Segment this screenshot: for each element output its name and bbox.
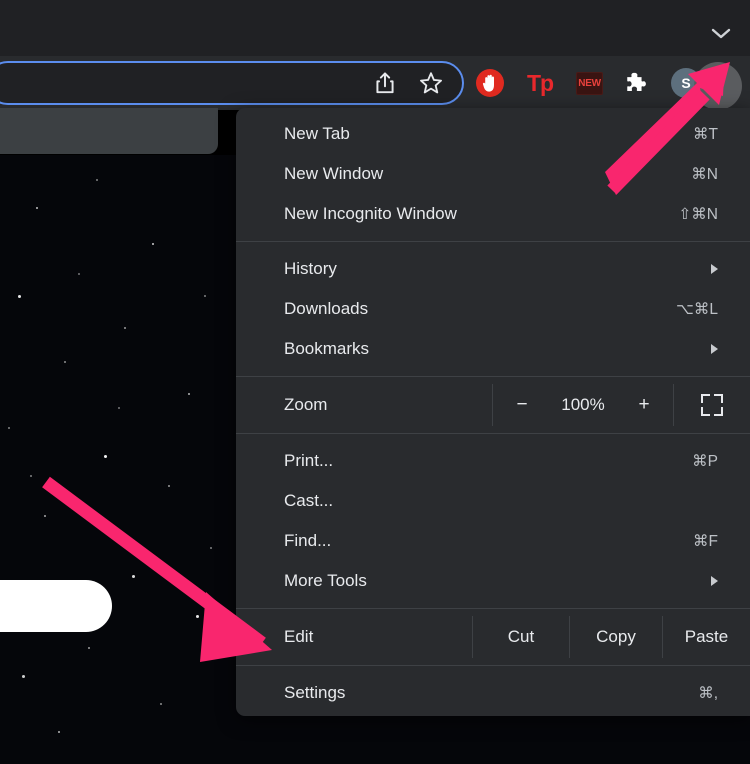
fullscreen-icon	[701, 394, 723, 416]
menu-item-print[interactable]: Print... ⌘P	[236, 441, 750, 481]
omnibox-suggestions[interactable]	[0, 108, 218, 154]
puzzle-icon[interactable]	[624, 70, 650, 96]
menu-item-help[interactable]: Help	[236, 713, 750, 716]
zoom-label: Zoom	[284, 395, 328, 414]
menu-item-label: History	[284, 259, 337, 278]
star	[18, 295, 21, 298]
menu-item-label: Downloads	[284, 299, 369, 318]
submenu-arrow-icon	[711, 264, 718, 274]
star	[44, 515, 46, 517]
star	[188, 393, 190, 395]
extension-icons: Tp NEW S	[476, 68, 701, 98]
star	[168, 485, 170, 487]
edit-label: Edit	[284, 627, 314, 646]
menu-item-shortcut: ⌘T	[693, 125, 718, 143]
kebab-dot-1	[715, 74, 721, 80]
star	[204, 295, 206, 297]
menu-item-new-tab[interactable]: New Tab ⌘T	[236, 114, 750, 154]
menu-item-new-window[interactable]: New Window ⌘N	[236, 154, 750, 194]
search-box[interactable]	[0, 580, 112, 632]
share-icon[interactable]	[372, 70, 398, 96]
tp-extension-icon[interactable]: Tp	[525, 69, 555, 97]
star	[22, 675, 25, 678]
menu-item-settings[interactable]: Settings ⌘,	[236, 673, 750, 713]
star	[36, 207, 38, 209]
menu-item-label: New Window	[284, 164, 384, 183]
zoom-out-button[interactable]: −	[513, 394, 531, 416]
menu-item-label: New Tab	[284, 124, 350, 143]
star	[132, 575, 135, 578]
three-dot-menu-button[interactable]	[694, 62, 742, 110]
edit-paste-button[interactable]: Paste	[663, 616, 750, 658]
menu-item-label: Cast...	[284, 491, 334, 510]
star	[64, 361, 66, 363]
fullscreen-button[interactable]	[674, 384, 750, 426]
zoom-in-button[interactable]: +	[635, 394, 653, 416]
menu-item-bookmarks[interactable]: Bookmarks	[236, 329, 750, 369]
menu-item-label: Bookmarks	[284, 339, 370, 358]
kebab-dot-2	[715, 83, 721, 89]
menu-edit-row: Edit Cut Copy Paste	[236, 616, 750, 658]
menu-item-shortcut: ⇧⌘N	[678, 205, 718, 223]
zoom-controls: − 100% +	[493, 384, 673, 426]
menu-item-new-incognito-window[interactable]: New Incognito Window ⇧⌘N	[236, 194, 750, 234]
menu-item-shortcut: ⌘P	[692, 452, 718, 470]
menu-item-shortcut: ⌘,	[698, 684, 718, 702]
menu-item-label: New Incognito Window	[284, 204, 457, 223]
menu-separator	[236, 241, 750, 242]
browser-titlebar	[0, 0, 750, 56]
star	[96, 179, 98, 181]
star	[78, 273, 80, 275]
kebab-dot-3	[715, 92, 721, 98]
edit-cut-button[interactable]: Cut	[473, 616, 569, 658]
menu-item-label: Find...	[284, 531, 332, 550]
menu-separator	[236, 608, 750, 609]
menu-item-label: Settings	[284, 683, 346, 702]
menu-item-more-tools[interactable]: More Tools	[236, 561, 750, 601]
hand-icon	[482, 74, 494, 92]
star	[30, 475, 32, 477]
star	[210, 547, 212, 549]
omnibox-actions	[372, 70, 444, 96]
star	[104, 455, 107, 458]
adblock-extension-icon[interactable]	[476, 69, 504, 97]
menu-item-find[interactable]: Find... ⌘F	[236, 521, 750, 561]
star	[160, 703, 162, 705]
menu-separator	[236, 433, 750, 434]
star	[118, 407, 120, 409]
star	[196, 615, 199, 618]
menu-item-shortcut: ⌥⌘L	[676, 300, 718, 318]
menu-item-label: Print...	[284, 451, 334, 470]
chevron-down-icon[interactable]	[710, 26, 732, 40]
menu-item-downloads[interactable]: Downloads ⌥⌘L	[236, 289, 750, 329]
menu-separator	[236, 665, 750, 666]
menu-item-label: More Tools	[284, 571, 367, 590]
zoom-level-value: 100%	[561, 395, 605, 414]
submenu-arrow-icon	[711, 576, 718, 586]
menu-item-shortcut: ⌘F	[693, 532, 718, 550]
chrome-main-menu: New Tab ⌘T New Window ⌘N New Incognito W…	[236, 108, 750, 716]
star	[58, 731, 60, 733]
menu-separator	[236, 376, 750, 377]
menu-item-shortcut: ⌘N	[691, 165, 718, 183]
submenu-arrow-icon	[711, 344, 718, 354]
new-badge-extension-icon[interactable]: NEW	[576, 71, 603, 95]
menu-zoom-row: Zoom − 100% +	[236, 384, 750, 426]
star	[124, 327, 126, 329]
browser-screenshot: Tp NEW S New Tab ⌘T New Window ⌘N New In…	[0, 0, 750, 764]
menu-item-cast[interactable]: Cast...	[236, 481, 750, 521]
star-icon[interactable]	[418, 70, 444, 96]
menu-item-history[interactable]: History	[236, 249, 750, 289]
edit-copy-button[interactable]: Copy	[570, 616, 662, 658]
star	[152, 243, 154, 245]
star	[88, 647, 90, 649]
star	[8, 427, 10, 429]
